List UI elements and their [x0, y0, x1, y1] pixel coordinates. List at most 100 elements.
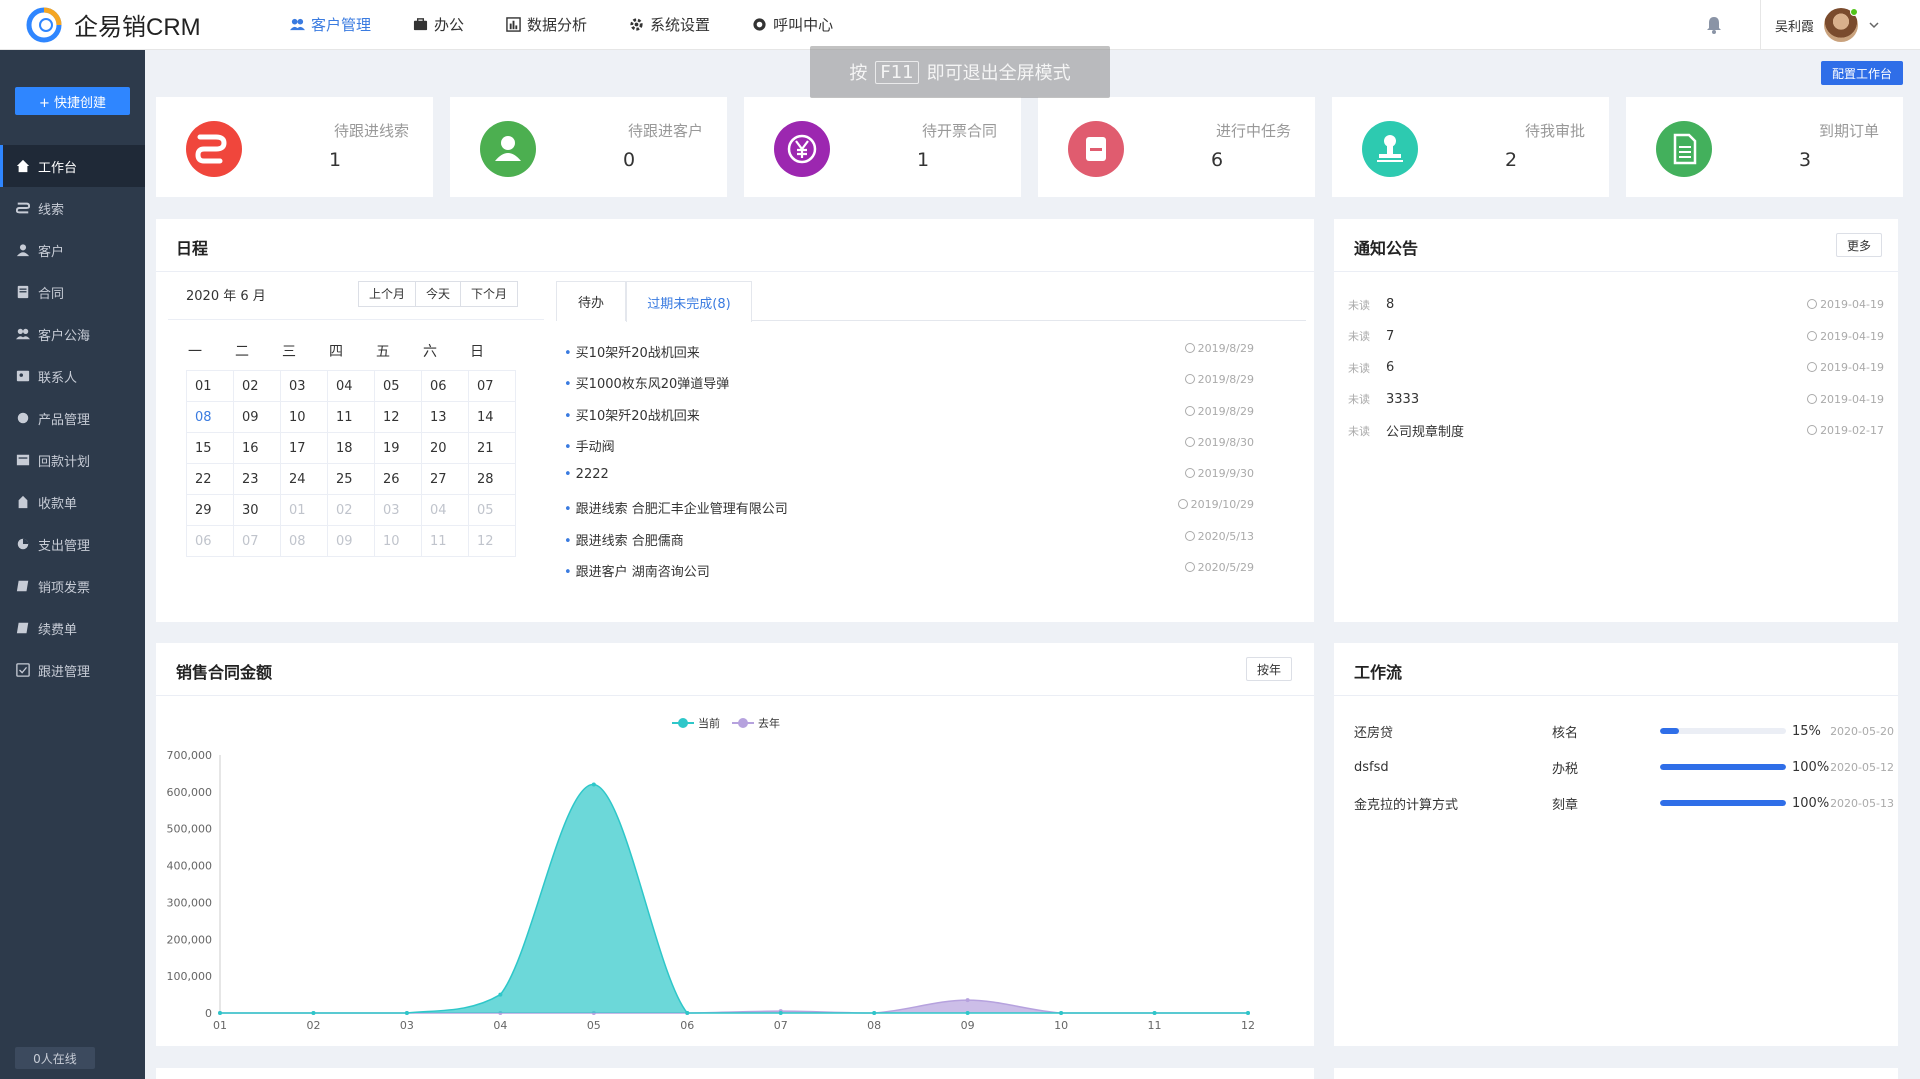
- task-item[interactable]: 买10架歼20战机回来 2019/8/29: [564, 342, 1284, 373]
- sidebar-item-11[interactable]: 续费单: [0, 607, 145, 649]
- notice-item[interactable]: 未读 6 2019-04-19: [1348, 352, 1884, 384]
- calendar-day[interactable]: 26: [375, 464, 422, 495]
- avatar[interactable]: [1824, 8, 1858, 42]
- task-item[interactable]: 买1000枚东风20弹道导弹 2019/8/29: [564, 373, 1284, 404]
- notice-more-button[interactable]: 更多: [1836, 233, 1882, 257]
- workflow-date: 2020-05-12: [1830, 760, 1894, 774]
- topnav-item-2[interactable]: 数据分析: [506, 14, 587, 35]
- calendar-day[interactable]: 03: [281, 371, 328, 402]
- task-item[interactable]: 跟进客户 湖南咨询公司 2020/5/29: [564, 561, 1284, 592]
- tab-1[interactable]: 过期未完成(8): [626, 281, 752, 322]
- calendar-day[interactable]: 09: [328, 526, 375, 557]
- calendar-day[interactable]: 23: [234, 464, 281, 495]
- workflow-item[interactable]: 金克拉的计算方式 刻章 100% 2020-05-13: [1354, 785, 1894, 821]
- calendar-day[interactable]: 28: [469, 464, 516, 495]
- calendar-day[interactable]: 24: [281, 464, 328, 495]
- calendar-day[interactable]: 01: [281, 495, 328, 526]
- topnav-item-4[interactable]: 呼叫中心: [752, 14, 833, 35]
- stat-card-3[interactable]: 进行中任务 6: [1038, 97, 1315, 197]
- calendar-day[interactable]: 20: [422, 433, 469, 464]
- user-name[interactable]: 吴利霞: [1775, 16, 1814, 35]
- notice-item[interactable]: 未读 公司规章制度 2019-02-17: [1348, 415, 1884, 447]
- notice-item[interactable]: 未读 3333 2019-04-19: [1348, 384, 1884, 416]
- sidebar-item-4[interactable]: 客户公海: [0, 313, 145, 355]
- sidebar-item-12[interactable]: 跟进管理: [0, 649, 145, 691]
- calendar-day[interactable]: 13: [422, 402, 469, 433]
- task-item[interactable]: 跟进线索 合肥汇丰企业管理有限公司 2019/10/29: [564, 498, 1284, 529]
- workflow-item[interactable]: dsfsd 办税 100% 2020-05-12: [1354, 749, 1894, 785]
- calendar-nav-button-2[interactable]: 下个月: [461, 282, 517, 306]
- calendar-day[interactable]: 21: [469, 433, 516, 464]
- by-year-button[interactable]: 按年: [1246, 657, 1292, 681]
- calendar-day[interactable]: 02: [234, 371, 281, 402]
- calendar-nav-button-1[interactable]: 今天: [416, 282, 462, 306]
- calendar-day[interactable]: 02: [328, 495, 375, 526]
- stat-card-4[interactable]: 待我审批 2: [1332, 97, 1609, 197]
- calendar-day[interactable]: 18: [328, 433, 375, 464]
- bell-icon[interactable]: [1704, 15, 1724, 35]
- calendar-day[interactable]: 11: [422, 526, 469, 557]
- topnav-item-3[interactable]: 系统设置: [629, 14, 710, 35]
- topnav-item-0[interactable]: 客户管理: [290, 14, 371, 35]
- app-logo[interactable]: 企易销CRM: [0, 7, 280, 43]
- calendar-day[interactable]: 27: [422, 464, 469, 495]
- sidebar-item-9[interactable]: 支出管理: [0, 523, 145, 565]
- calendar-day[interactable]: 07: [234, 526, 281, 557]
- sidebar-item-6[interactable]: 产品管理: [0, 397, 145, 439]
- calendar-day[interactable]: 05: [469, 495, 516, 526]
- workflow-item[interactable]: 还房贷 核名 15% 2020-05-20: [1354, 713, 1894, 749]
- calendar-day[interactable]: 08: [281, 526, 328, 557]
- calendar-day[interactable]: 04: [328, 371, 375, 402]
- calendar-day[interactable]: 14: [469, 402, 516, 433]
- calendar-day[interactable]: 03: [375, 495, 422, 526]
- tab-0[interactable]: 待办: [556, 281, 626, 321]
- calendar-day[interactable]: 17: [281, 433, 328, 464]
- task-item[interactable]: 买10架歼20战机回来 2019/8/29: [564, 405, 1284, 436]
- chevron-down-icon[interactable]: [1868, 19, 1880, 31]
- calendar-day[interactable]: 16: [234, 433, 281, 464]
- series-line-1: [220, 999, 1248, 1014]
- task-date: 2019/8/29: [1197, 404, 1254, 418]
- topnav-item-1[interactable]: 办公: [413, 14, 464, 35]
- stat-card-1[interactable]: 待跟进客户 0: [450, 97, 727, 197]
- calendar-day[interactable]: 10: [375, 526, 422, 557]
- sidebar-item-1[interactable]: 线索: [0, 187, 145, 229]
- calendar-day[interactable]: 19: [375, 433, 422, 464]
- config-workspace-button[interactable]: 配置工作台: [1821, 61, 1903, 85]
- sidebar-item-3[interactable]: 合同: [0, 271, 145, 313]
- calendar-day-today[interactable]: 08: [187, 402, 234, 433]
- calendar-day[interactable]: 04: [422, 495, 469, 526]
- calendar-day[interactable]: 10: [281, 402, 328, 433]
- task-title: 手动阀: [564, 436, 615, 455]
- sidebar-item-0[interactable]: 工作台: [0, 145, 145, 187]
- calendar-day[interactable]: 22: [187, 464, 234, 495]
- notice-item[interactable]: 未读 8 2019-04-19: [1348, 289, 1884, 321]
- stat-card-0[interactable]: 待跟进线索 1: [156, 97, 433, 197]
- calendar-day[interactable]: 06: [422, 371, 469, 402]
- calendar-day[interactable]: 30: [234, 495, 281, 526]
- calendar-day[interactable]: 29: [187, 495, 234, 526]
- calendar-day[interactable]: 01: [187, 371, 234, 402]
- sidebar-item-7[interactable]: 回款计划: [0, 439, 145, 481]
- calendar-day[interactable]: 06: [187, 526, 234, 557]
- calendar-nav-button-0[interactable]: 上个月: [359, 282, 417, 306]
- calendar-day[interactable]: 09: [234, 402, 281, 433]
- calendar-day[interactable]: 07: [469, 371, 516, 402]
- calendar-day[interactable]: 12: [375, 402, 422, 433]
- task-item[interactable]: 手动阀 2019/8/30: [564, 436, 1284, 467]
- sidebar-item-2[interactable]: 客户: [0, 229, 145, 271]
- task-item[interactable]: 跟进线索 合肥儒商 2020/5/13: [564, 530, 1284, 561]
- sidebar-item-8[interactable]: 收款单: [0, 481, 145, 523]
- task-item[interactable]: 2222 2019/9/30: [564, 467, 1284, 498]
- sidebar-item-10[interactable]: 销项发票: [0, 565, 145, 607]
- stat-card-5[interactable]: 到期订单 3: [1626, 97, 1903, 197]
- sidebar-item-5[interactable]: 联系人: [0, 355, 145, 397]
- stat-card-2[interactable]: 待开票合同 1: [744, 97, 1021, 197]
- notice-item[interactable]: 未读 7 2019-04-19: [1348, 321, 1884, 353]
- quick-create-button[interactable]: + 快捷创建: [15, 87, 130, 115]
- calendar-day[interactable]: 05: [375, 371, 422, 402]
- calendar-day[interactable]: 15: [187, 433, 234, 464]
- calendar-day[interactable]: 12: [469, 526, 516, 557]
- calendar-day[interactable]: 25: [328, 464, 375, 495]
- calendar-day[interactable]: 11: [328, 402, 375, 433]
